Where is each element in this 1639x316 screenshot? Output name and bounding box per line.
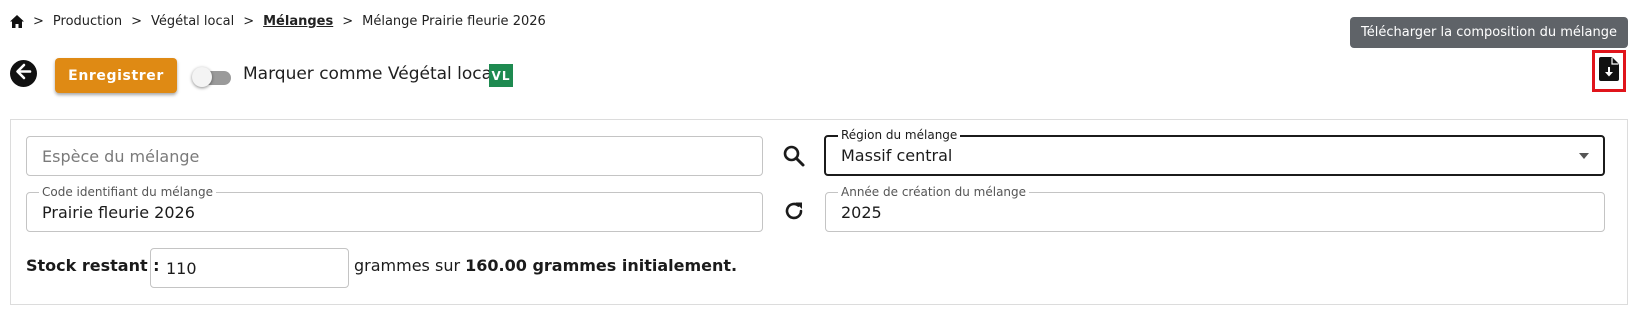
file-download-icon: [1599, 57, 1619, 85]
species-input[interactable]: Espèce du mélange: [26, 136, 763, 176]
save-button[interactable]: Enregistrer: [55, 58, 177, 93]
arrow-back-icon: [15, 63, 32, 84]
breadcrumb-current: Mélange Prairie fleurie 2026: [362, 13, 546, 29]
vegetal-local-toggle[interactable]: [192, 67, 232, 87]
download-tooltip: Télécharger la composition du mélange: [1350, 17, 1628, 48]
stock-input[interactable]: 110: [150, 248, 349, 288]
region-select[interactable]: Région du mélange Massif central: [824, 128, 1605, 176]
home-icon[interactable]: [10, 14, 24, 28]
stock-text-before: grammes sur: [354, 256, 466, 275]
vegetal-local-toggle-label: Marquer comme Végétal local: [243, 64, 497, 84]
stock-label: Stock restant :: [26, 256, 160, 275]
breadcrumb-vegetal-local[interactable]: Végétal local: [151, 14, 234, 29]
toggle-thumb: [192, 67, 212, 87]
chevron-right-icon: >: [131, 13, 142, 29]
vl-badge: VL: [489, 64, 513, 87]
refresh-icon[interactable]: [780, 196, 808, 226]
breadcrumb: > Production > Végétal local > Mélanges …: [10, 12, 546, 30]
chevron-right-icon: >: [243, 13, 255, 29]
download-composition-button[interactable]: [1592, 50, 1626, 92]
breadcrumb-production[interactable]: Production: [53, 14, 122, 29]
chevron-down-icon[interactable]: [1579, 152, 1589, 159]
search-icon[interactable]: [780, 141, 808, 171]
code-value: Prairie fleurie 2026: [42, 202, 195, 222]
chevron-right-icon: >: [33, 13, 44, 29]
back-button[interactable]: [10, 60, 37, 87]
stock-summary: grammes sur 160.00 grammes initialement.: [354, 256, 737, 275]
region-value: Massif central: [841, 146, 953, 165]
year-input[interactable]: Année de création du mélange 2025: [825, 185, 1605, 232]
code-input[interactable]: Code identifiant du mélange Prairie fleu…: [26, 185, 763, 232]
breadcrumb-melanges[interactable]: Mélanges: [263, 14, 333, 29]
stock-initial-amount: 160.00 grammes initialement.: [465, 256, 738, 275]
year-value: 2025: [841, 202, 882, 222]
chevron-right-icon: >: [342, 13, 354, 29]
species-placeholder: Espèce du mélange: [42, 146, 200, 166]
